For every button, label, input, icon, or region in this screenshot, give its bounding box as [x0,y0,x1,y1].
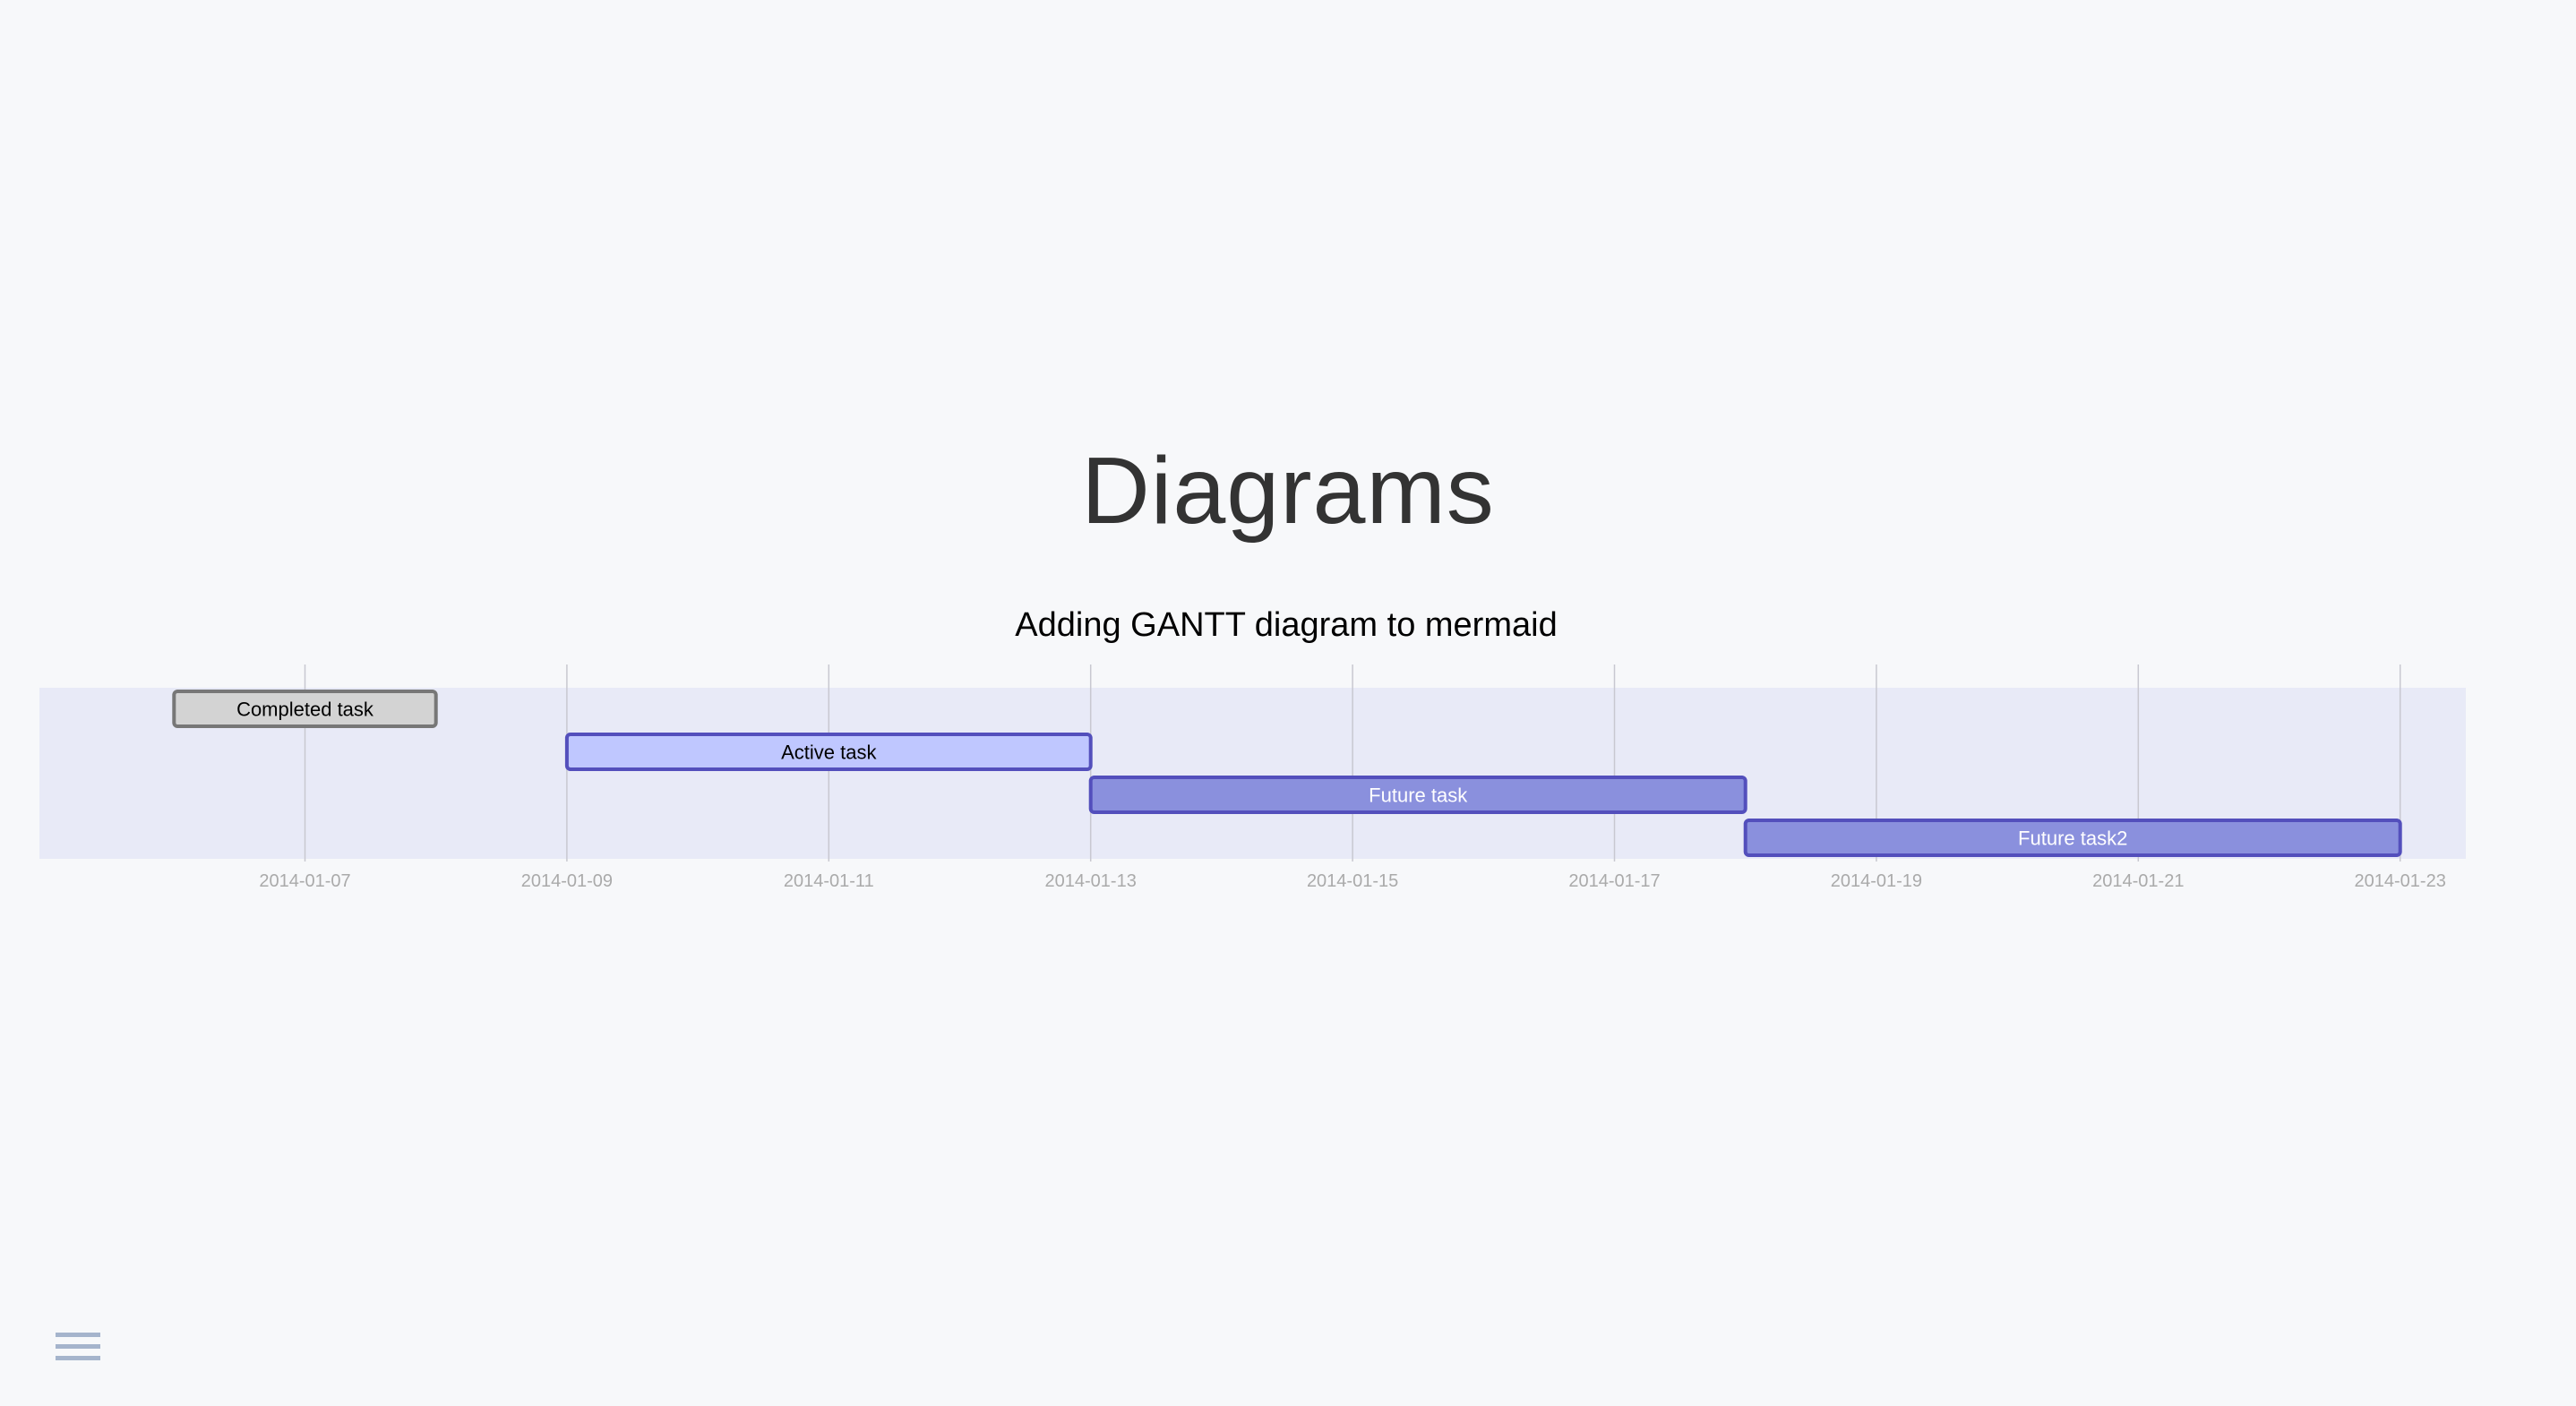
x-tick-label: 2014-01-11 [784,871,874,891]
chart-title: Adding GANTT diagram to mermaid [1015,606,1557,644]
x-tick-label: 2014-01-19 [1831,871,1922,891]
task-label: Active task [781,742,877,764]
task-label: Future task2 [2018,827,2127,850]
hamburger-menu-icon[interactable] [56,1333,100,1368]
task-label: Completed task [236,699,374,721]
task-label: Future task [1369,784,1468,807]
slide: Diagrams 2014-01-07 2014-01-09 2014-01-11 2… [0,0,2576,1406]
gantt-chart: 2014-01-07 2014-01-09 2014-01-11 2014-01-13… [39,606,2466,891]
x-tick-label: 2014-01-17 [1568,871,1660,891]
x-tick-label: 2014-01-21 [2092,871,2184,891]
gantt-x-axis: 2014-01-07 2014-01-09 2014-01-11 2014-01-13… [259,871,2446,891]
x-tick-label: 2014-01-15 [1307,871,1398,891]
x-tick-label: 2014-01-07 [259,871,350,891]
menu-bar-line [56,1356,100,1360]
x-tick-label: 2014-01-13 [1045,871,1137,891]
menu-bar-line [56,1344,100,1349]
x-tick-label: 2014-01-23 [2355,871,2446,891]
menu-bar-line [56,1333,100,1337]
x-tick-label: 2014-01-09 [521,871,613,891]
